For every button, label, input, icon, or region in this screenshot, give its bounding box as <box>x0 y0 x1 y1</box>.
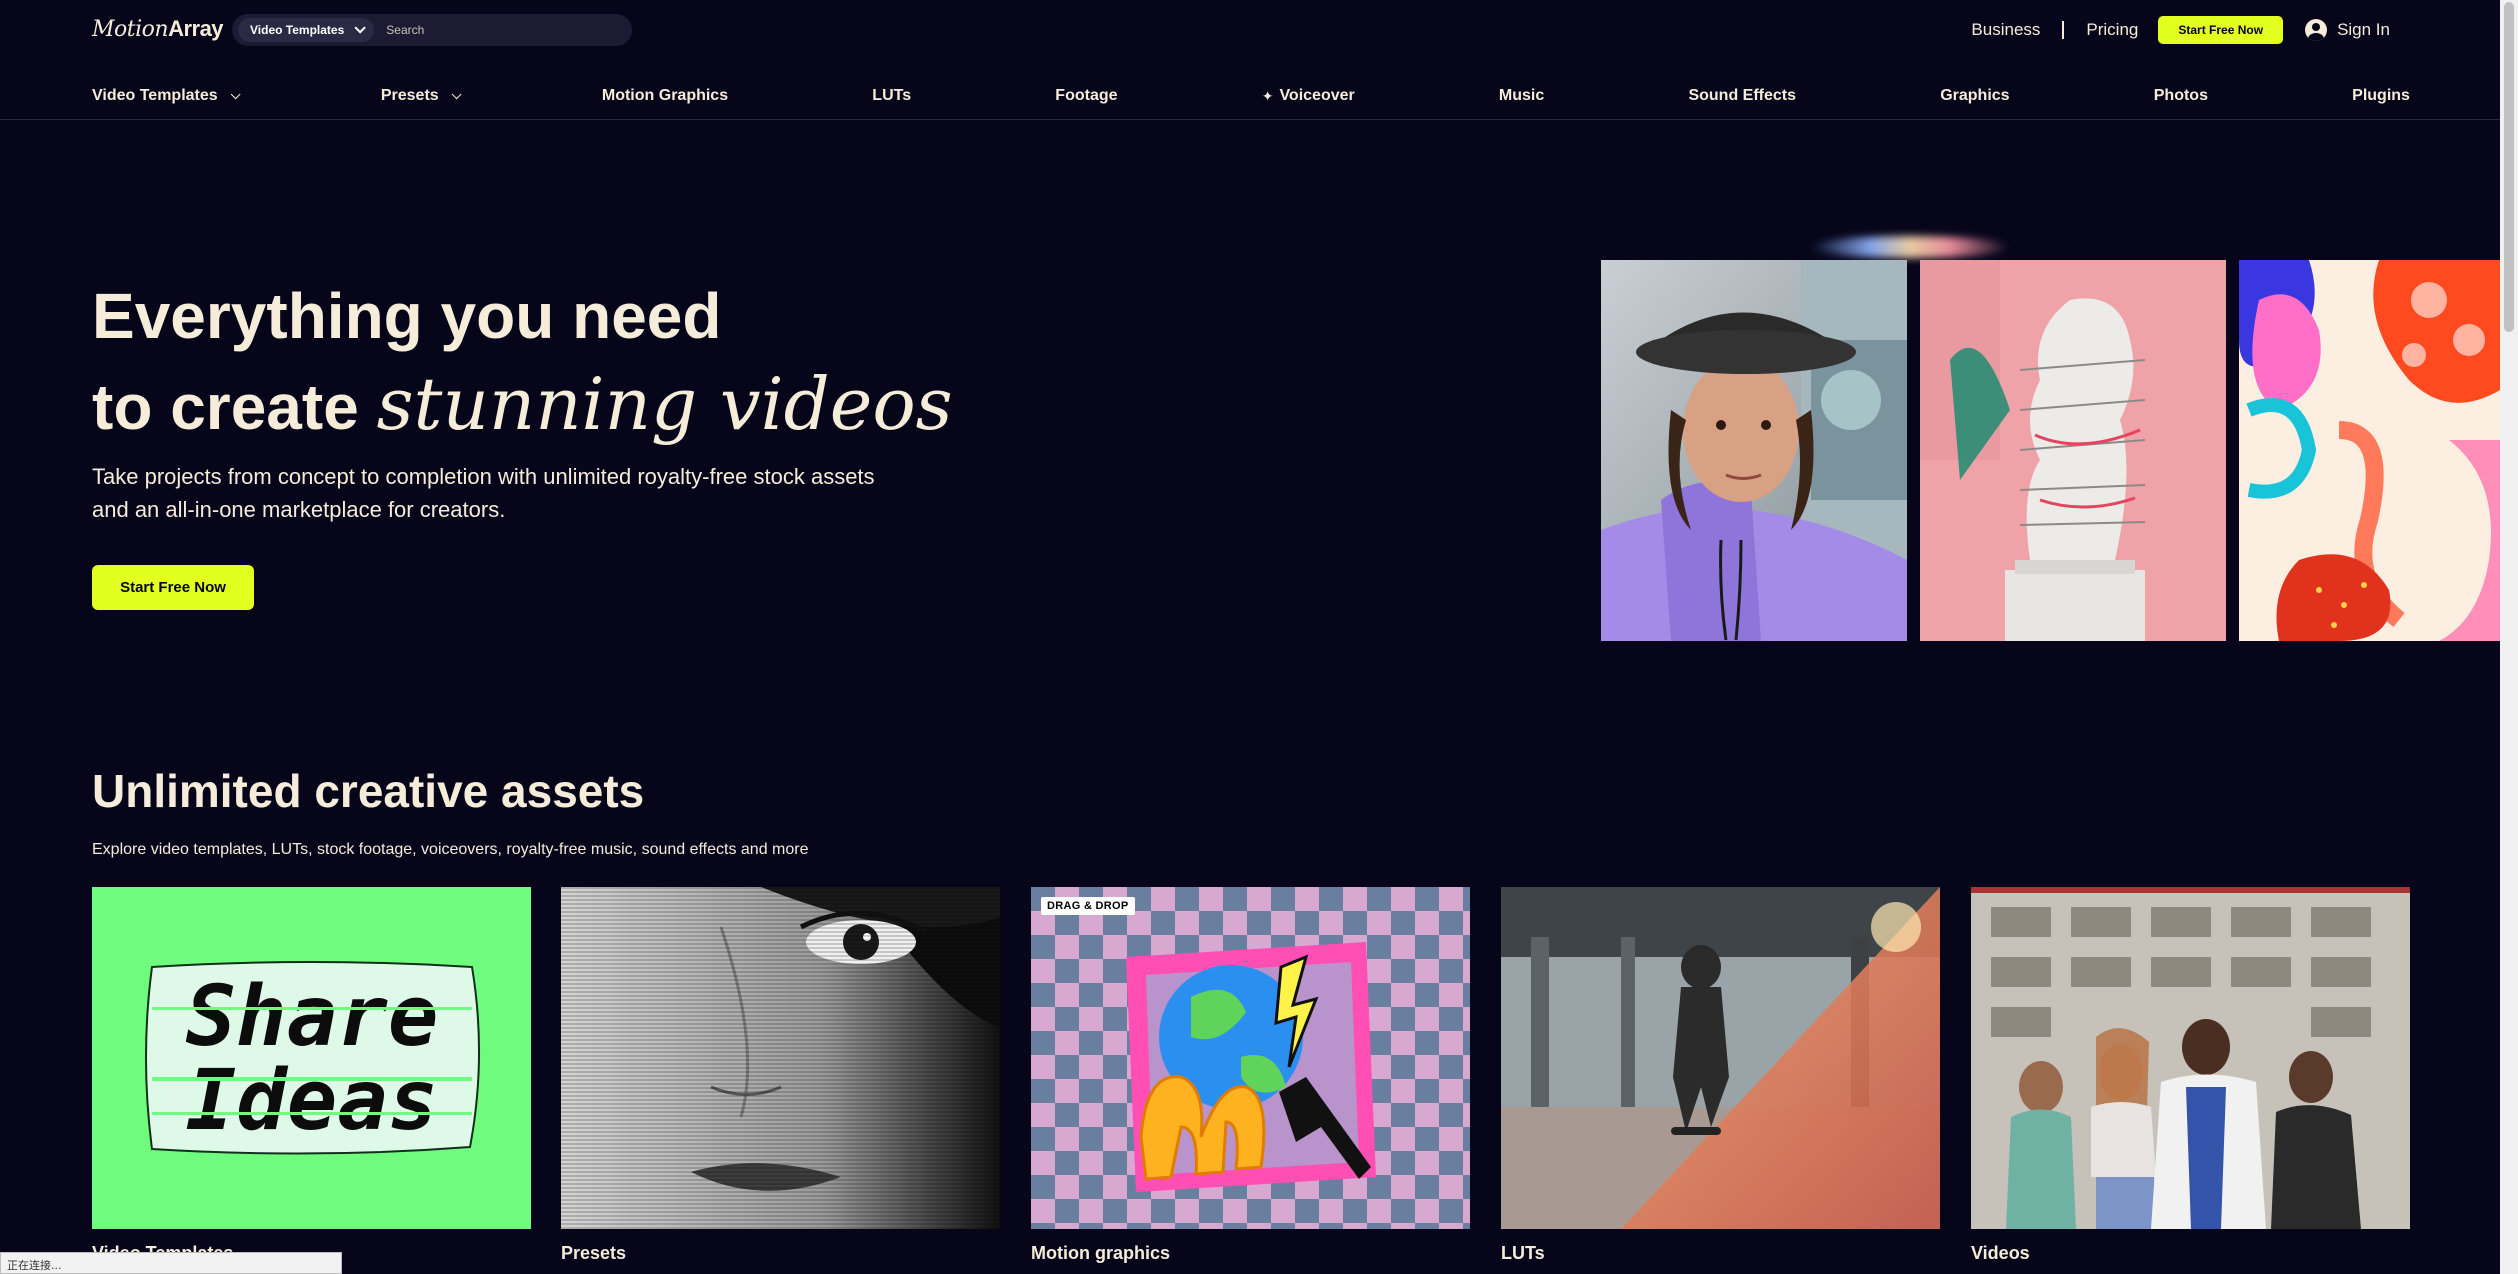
nav-graphics[interactable]: Graphics <box>1940 87 2009 105</box>
nav-label: Voiceover <box>1279 87 1355 104</box>
sparkle-icon: ✦ <box>1261 87 1274 104</box>
page-scrollbar[interactable] <box>2500 0 2518 1274</box>
nav-presets[interactable]: Presets <box>380 87 462 105</box>
hero-image-person <box>1601 260 1907 641</box>
card-label-motion-graphics[interactable]: Motion graphics <box>1031 1243 1170 1264</box>
top-right-menu: Business Pricing Start Free Now Sign In <box>1971 15 2390 45</box>
card-video-templates[interactable]: Share Ideas <box>92 887 531 1229</box>
search-input[interactable] <box>386 23 607 37</box>
business-link[interactable]: Business <box>1971 20 2040 40</box>
nav-plugins[interactable]: Plugins <box>2352 87 2410 105</box>
hero-start-free-button[interactable]: Start Free Now <box>92 565 254 610</box>
start-free-now-button[interactable]: Start Free Now <box>2158 16 2284 44</box>
hero-title: Everything you need to create stunning v… <box>92 272 953 451</box>
nav-voiceover[interactable]: ✦ Voiceover <box>1262 87 1355 105</box>
assets-section-subtitle: Explore video templates, LUTs, stock foo… <box>92 841 809 858</box>
hero-subtitle: Take projects from concept to completion… <box>92 464 875 522</box>
category-nav: Video Templates Presets Motion Graphics … <box>92 76 2410 116</box>
hero-glow <box>1810 236 2010 258</box>
nav-video-templates[interactable]: Video Templates <box>92 87 241 105</box>
card-label-presets[interactable]: Presets <box>561 1243 626 1264</box>
top-bar: MotionArray Video Templates Business Pri… <box>0 0 2500 60</box>
nav-luts[interactable]: LUTs <box>872 87 911 105</box>
chevron-down-icon <box>451 88 462 99</box>
hero-image-abstract <box>2239 260 2500 641</box>
nav-label: Presets <box>380 87 439 104</box>
hero-title-line-1: Everything you need <box>92 280 722 352</box>
hero-title-emphasis: stunning videos <box>376 362 953 446</box>
nav-label: Video Templates <box>92 87 218 104</box>
card-luts[interactable] <box>1501 887 1940 1229</box>
divider <box>2062 21 2065 39</box>
nav-motion-graphics[interactable]: Motion Graphics <box>602 87 728 105</box>
assets-section-title: Unlimited creative assets <box>92 765 645 817</box>
pricing-link[interactable]: Pricing <box>2086 20 2138 40</box>
scrollbar-thumb[interactable] <box>2504 2 2514 332</box>
hero-image-statue <box>1920 260 2226 641</box>
hero-title-line-2: to create <box>92 371 359 443</box>
nav-music[interactable]: Music <box>1499 87 1544 105</box>
drag-drop-badge: DRAG & DROP <box>1041 897 1135 915</box>
card-art-text-2: Ideas <box>186 1051 439 1149</box>
chevron-down-icon <box>230 88 241 99</box>
search-type-label: Video Templates <box>250 23 345 37</box>
card-videos[interactable] <box>1971 887 2410 1229</box>
chevron-down-icon <box>354 22 367 34</box>
nav-sound-effects[interactable]: Sound Effects <box>1688 87 1796 105</box>
card-presets[interactable] <box>561 887 1000 1229</box>
card-label-videos[interactable]: Videos <box>1971 1243 2030 1264</box>
logo[interactable]: MotionArray <box>92 16 224 42</box>
sign-in-label: Sign In <box>2337 20 2390 39</box>
browser-status-bar: 正在连接... <box>0 1252 342 1274</box>
card-label-luts[interactable]: LUTs <box>1501 1243 1545 1264</box>
user-icon <box>2305 19 2328 41</box>
search-bar: Video Templates <box>232 14 632 46</box>
sign-in-link[interactable]: Sign In <box>2305 19 2390 41</box>
card-motion-graphics[interactable]: DRAG & DROP <box>1031 887 1470 1229</box>
nav-photos[interactable]: Photos <box>2154 87 2208 105</box>
nav-divider <box>0 119 2500 120</box>
nav-footage[interactable]: Footage <box>1055 87 1117 105</box>
search-type-dropdown[interactable]: Video Templates <box>238 18 375 42</box>
